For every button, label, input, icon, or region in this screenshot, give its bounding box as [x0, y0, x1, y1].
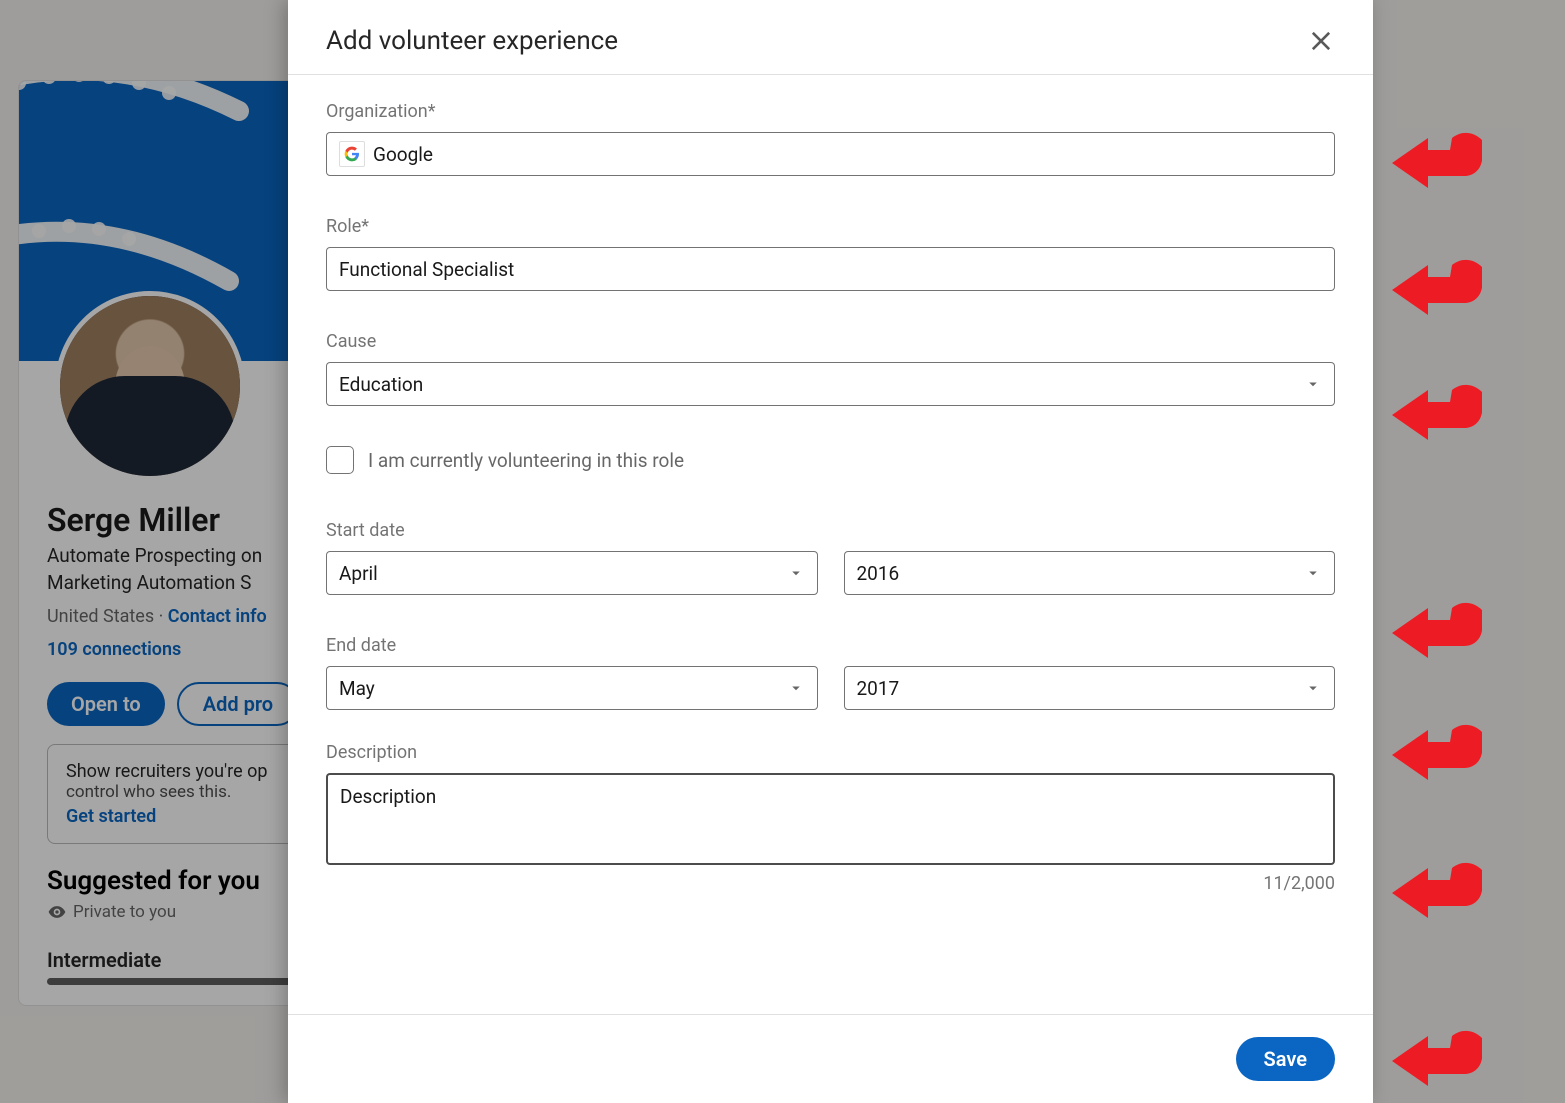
close-button[interactable]	[1307, 27, 1335, 55]
char-count: 11/2,000	[326, 873, 1335, 894]
annotation-arrow	[1392, 130, 1482, 196]
organization-label: Organization*	[326, 101, 1335, 122]
description-label: Description	[326, 742, 1335, 763]
currently-volunteering-checkbox[interactable]	[326, 446, 354, 474]
annotation-arrow	[1392, 722, 1482, 788]
chevron-down-icon	[1304, 564, 1322, 582]
annotation-arrow	[1392, 600, 1482, 666]
cause-label: Cause	[326, 331, 1335, 352]
currently-volunteering-label: I am currently volunteering in this role	[368, 449, 684, 472]
close-icon	[1307, 27, 1335, 55]
google-icon	[339, 141, 365, 167]
description-textarea[interactable]	[326, 773, 1335, 865]
role-input[interactable]	[326, 247, 1335, 291]
end-year-select[interactable]: 2017	[844, 666, 1336, 710]
modal-title: Add volunteer experience	[326, 26, 618, 56]
start-year-select[interactable]: 2016	[844, 551, 1336, 595]
role-label: Role*	[326, 216, 1335, 237]
chevron-down-icon	[1304, 375, 1322, 393]
annotation-arrow	[1392, 257, 1482, 323]
annotation-arrow	[1392, 382, 1482, 448]
cause-select[interactable]: Education	[326, 362, 1335, 406]
chevron-down-icon	[1304, 679, 1322, 697]
save-button[interactable]: Save	[1236, 1037, 1335, 1081]
annotation-arrow	[1392, 860, 1482, 926]
start-month-select[interactable]: April	[326, 551, 818, 595]
start-date-label: Start date	[326, 520, 1335, 541]
chevron-down-icon	[787, 564, 805, 582]
chevron-down-icon	[787, 679, 805, 697]
add-volunteer-modal: Add volunteer experience Organization* G…	[288, 0, 1373, 1103]
end-date-label: End date	[326, 635, 1335, 656]
end-month-select[interactable]: May	[326, 666, 818, 710]
organization-input[interactable]: Google	[326, 132, 1335, 176]
annotation-arrow	[1392, 1028, 1482, 1094]
